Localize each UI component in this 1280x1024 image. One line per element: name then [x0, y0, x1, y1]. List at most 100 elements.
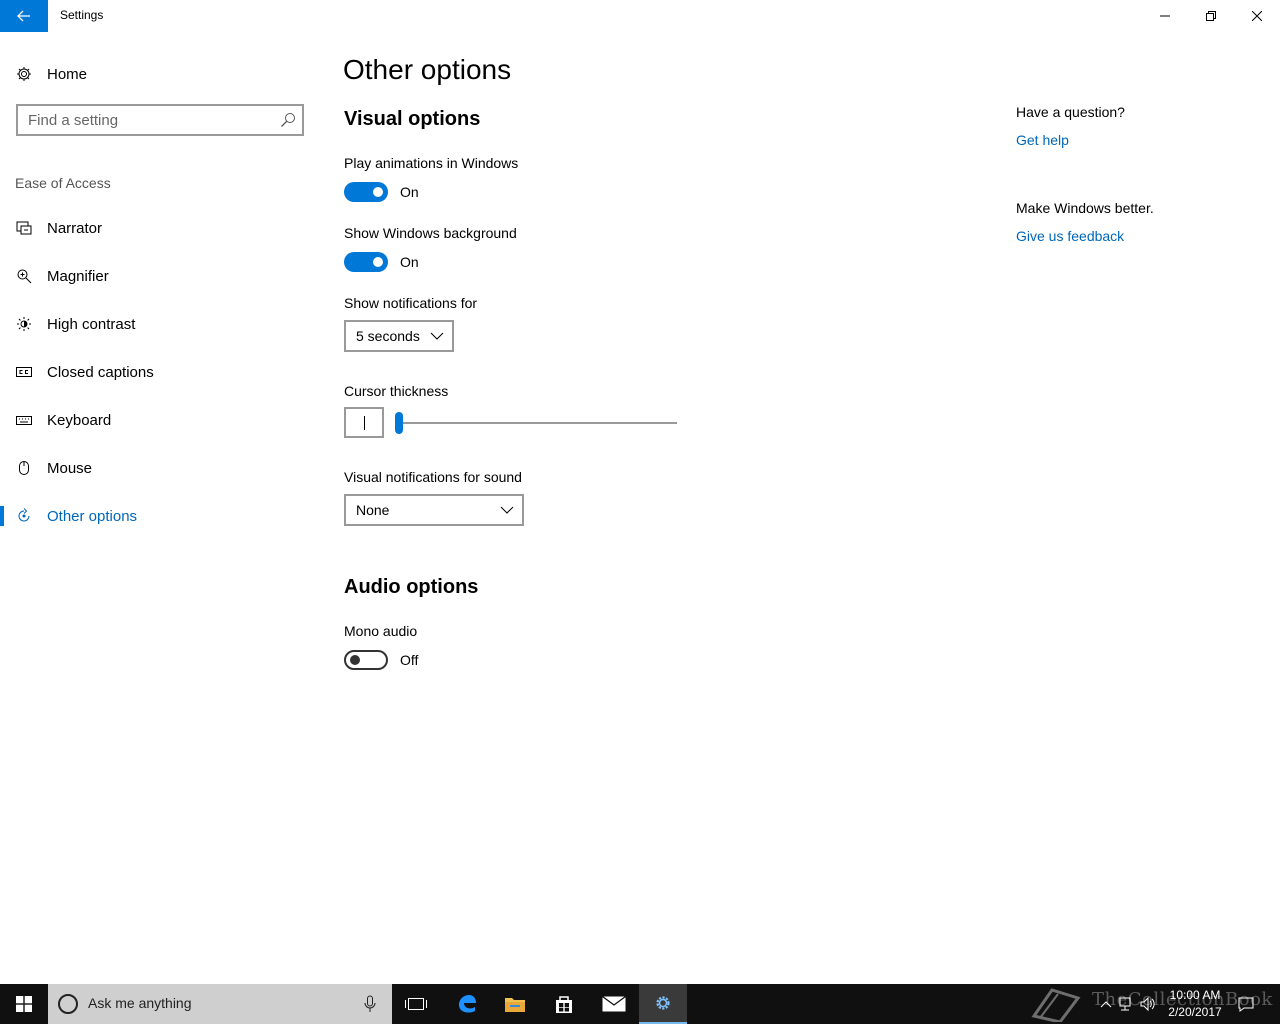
other-options-icon	[16, 508, 32, 524]
page-title: Other options	[343, 54, 512, 85]
gear-icon	[16, 66, 32, 82]
closed-captions-icon	[16, 364, 32, 380]
close-button[interactable]	[1234, 0, 1280, 32]
minimize-button[interactable]	[1142, 0, 1188, 32]
slider-thumb[interactable]	[395, 412, 403, 434]
cursor-bar	[364, 416, 365, 430]
title-bar: Settings	[0, 0, 1280, 32]
taskbar-clock[interactable]: 10:00 AM 2/20/2017	[1160, 987, 1230, 1021]
gear-icon	[656, 996, 670, 1010]
animations-state: On	[400, 184, 419, 200]
sidebar-item-mouse[interactable]: Mouse	[0, 444, 320, 492]
task-view-button[interactable]	[392, 984, 440, 1024]
folder-icon	[505, 998, 525, 1012]
get-help-link[interactable]: Get help	[1016, 132, 1069, 148]
notifications-dropdown[interactable]: 5 seconds	[344, 320, 454, 352]
start-button[interactable]	[0, 984, 48, 1024]
cursor-thickness-slider[interactable]	[395, 412, 677, 434]
volume-icon[interactable]	[1140, 996, 1156, 1012]
background-toggle-row: On	[344, 251, 419, 273]
clock-time: 10:00 AM	[1169, 988, 1221, 1002]
sound-notifications-label: Visual notifications for sound	[344, 469, 522, 485]
notifications-label: Show notifications for	[344, 295, 478, 311]
sidebar-item-label: High contrast	[47, 315, 136, 333]
sidebar-item-keyboard[interactable]: Keyboard	[0, 396, 320, 444]
toggle-knob	[373, 257, 383, 267]
settings-taskbar-button[interactable]	[639, 984, 687, 1024]
book-logo-icon	[1031, 988, 1081, 1022]
restore-icon	[1206, 11, 1216, 21]
store-button[interactable]	[540, 984, 588, 1024]
task-view-icon	[405, 998, 427, 1010]
windows-logo-icon	[16, 996, 32, 1012]
animations-label: Play animations in Windows	[344, 155, 519, 171]
sidebar-item-high-contrast[interactable]: High contrast	[0, 300, 320, 348]
sidebar-item-magnifier[interactable]: Magnifier	[0, 252, 320, 300]
back-arrow-icon	[17, 10, 30, 22]
sidebar-nav: Narrator Magnifier High contrast Closed …	[0, 204, 320, 540]
audio-options-heading: Audio options	[344, 576, 479, 598]
chevron-down-icon	[430, 332, 444, 340]
restore-button[interactable]	[1188, 0, 1234, 32]
mono-audio-state: Off	[400, 652, 419, 668]
sidebar-item-narrator[interactable]: Narrator	[0, 204, 320, 252]
high-contrast-icon	[16, 316, 32, 332]
sidebar-item-label: Mouse	[47, 459, 93, 477]
cursor-preview	[344, 407, 384, 438]
question-text: Have a question?	[1016, 104, 1125, 120]
clock-date: 2/20/2017	[1168, 1005, 1222, 1019]
background-label: Show Windows background	[344, 225, 517, 241]
animations-toggle-row: On	[344, 181, 419, 203]
mail-button[interactable]	[590, 984, 638, 1024]
sidebar-item-label: Narrator	[47, 219, 103, 237]
sound-notifications-dropdown[interactable]: None	[344, 494, 524, 526]
microphone-icon[interactable]	[364, 995, 376, 1013]
file-explorer-button[interactable]	[491, 984, 539, 1024]
sidebar-item-label: Keyboard	[47, 411, 112, 429]
network-icon[interactable]	[1118, 996, 1134, 1012]
mono-audio-label: Mono audio	[344, 623, 418, 639]
narrator-icon	[16, 220, 32, 236]
search-icon[interactable]	[280, 112, 296, 128]
sidebar-item-home[interactable]: Home	[0, 56, 320, 92]
mono-audio-toggle-row: Off	[344, 649, 418, 671]
window-title: Settings	[60, 8, 104, 22]
minimize-icon	[1160, 15, 1170, 17]
sidebar-item-label: Magnifier	[47, 267, 109, 285]
sidebar-item-label: Home	[47, 65, 88, 83]
sidebar-item-closed-captions[interactable]: Closed captions	[0, 348, 320, 396]
mouse-icon	[16, 460, 32, 476]
background-toggle[interactable]	[344, 252, 388, 272]
search-input[interactable]	[28, 110, 268, 130]
background-state: On	[400, 254, 419, 270]
close-icon	[1252, 11, 1262, 21]
chevron-up-icon[interactable]	[1098, 996, 1114, 1012]
mono-audio-toggle[interactable]	[344, 650, 388, 670]
sidebar-item-label: Closed captions	[47, 363, 154, 381]
back-button[interactable]	[0, 0, 48, 32]
sound-notifications-selected: None	[356, 502, 390, 518]
edge-icon	[459, 995, 476, 1013]
visual-options-heading: Visual options	[344, 108, 481, 130]
keyboard-icon	[16, 412, 32, 428]
sidebar: Home Ease of Access Narrator Magnifier H…	[0, 32, 320, 984]
sidebar-item-other-options[interactable]: Other options	[0, 492, 320, 540]
cortana-search-text: Ask me anything	[88, 995, 192, 1011]
make-windows-better-text: Make Windows better.	[1016, 200, 1154, 216]
section-label-ease-of-access: Ease of Access	[15, 175, 111, 191]
slider-track	[395, 422, 677, 424]
animations-toggle[interactable]	[344, 182, 388, 202]
notifications-selected: 5 seconds	[356, 328, 420, 344]
chevron-down-icon	[500, 506, 514, 514]
store-icon	[556, 996, 572, 1013]
magnifier-icon	[16, 268, 32, 284]
give-feedback-link[interactable]: Give us feedback	[1016, 228, 1124, 244]
cortana-search-box[interactable]: Ask me anything	[48, 984, 392, 1024]
sidebar-item-label: Other options	[47, 507, 138, 525]
toggle-knob	[373, 187, 383, 197]
search-box[interactable]	[16, 104, 304, 136]
action-center-icon[interactable]	[1238, 996, 1254, 1012]
toggle-knob	[350, 655, 360, 665]
edge-button[interactable]	[443, 984, 491, 1024]
mail-icon	[602, 996, 626, 1012]
